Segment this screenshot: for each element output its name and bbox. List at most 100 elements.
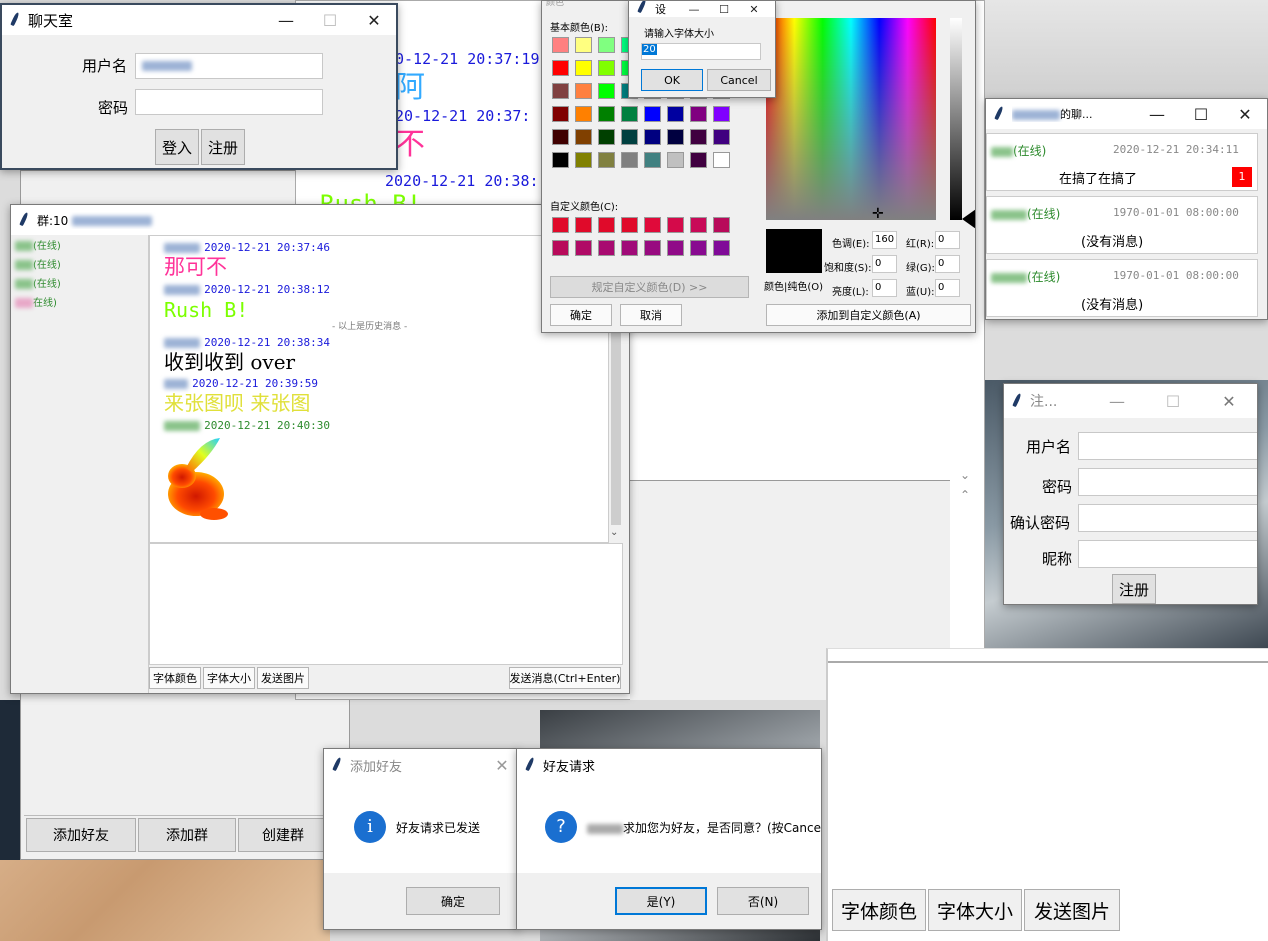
member-item[interactable]: (在线) xyxy=(15,256,148,271)
blue-field[interactable]: 0 xyxy=(935,279,960,297)
maximize-icon[interactable]: ☐ xyxy=(308,11,352,30)
color-swatch[interactable] xyxy=(644,106,661,122)
register-button[interactable]: 注册 xyxy=(201,129,245,165)
confirm-password-field[interactable] xyxy=(1078,504,1257,532)
close-icon[interactable]: ✕ xyxy=(1201,392,1257,411)
scroll-arrows[interactable]: ⌄ ⌃ xyxy=(955,465,975,505)
minimize-icon[interactable]: — xyxy=(264,11,308,30)
color-swatch[interactable] xyxy=(552,217,569,233)
color-swatch[interactable] xyxy=(690,129,707,145)
request-titlebar[interactable]: 好友请求 xyxy=(517,749,821,781)
ok-button[interactable]: 确定 xyxy=(550,304,612,326)
color-swatch[interactable] xyxy=(621,129,638,145)
group-titlebar[interactable]: 群:10 — xyxy=(11,205,629,235)
color-swatch[interactable] xyxy=(575,129,592,145)
zoom-send-image-button[interactable]: 发送图片 xyxy=(1024,889,1120,931)
color-swatch[interactable] xyxy=(690,217,707,233)
font-color-button[interactable]: 字体颜色 xyxy=(149,667,201,689)
color-swatch[interactable] xyxy=(552,106,569,122)
color-swatch[interactable] xyxy=(690,152,707,168)
color-swatch[interactable] xyxy=(644,217,661,233)
color-swatch[interactable] xyxy=(552,37,569,53)
friend-item[interactable]: (在线) 2020-12-21 20:34:11 在搞了在搞了 1 xyxy=(986,133,1258,191)
hue-field[interactable]: 160 xyxy=(872,231,897,249)
color-swatch[interactable] xyxy=(713,106,730,122)
color-swatch[interactable] xyxy=(552,129,569,145)
input-area[interactable] xyxy=(149,543,623,665)
ok-button[interactable]: 确定 xyxy=(406,887,500,915)
zoom-font-color-button[interactable]: 字体颜色 xyxy=(832,889,926,931)
color-swatch[interactable] xyxy=(575,83,592,99)
color-swatch[interactable] xyxy=(713,240,730,256)
color-swatch[interactable] xyxy=(575,152,592,168)
green-field[interactable]: 0 xyxy=(935,255,960,273)
color-swatch[interactable] xyxy=(621,152,638,168)
close-icon[interactable]: ✕ xyxy=(739,3,769,16)
color-swatch[interactable] xyxy=(644,240,661,256)
friends-titlebar[interactable]: 的聊... — ☐ ✕ xyxy=(986,99,1267,129)
color-swatch[interactable] xyxy=(598,37,615,53)
color-swatch[interactable] xyxy=(598,240,615,256)
maximize-icon[interactable]: ☐ xyxy=(1145,392,1201,411)
color-swatch[interactable] xyxy=(713,217,730,233)
color-swatch[interactable] xyxy=(552,240,569,256)
send-message-button[interactable]: 发送消息(Ctrl+Enter) xyxy=(509,667,621,689)
size-ok-button[interactable]: OK xyxy=(641,69,703,91)
color-swatch[interactable] xyxy=(621,217,638,233)
color-swatch[interactable] xyxy=(667,129,684,145)
login-titlebar[interactable]: 聊天室 — ☐ ✕ xyxy=(2,5,396,35)
register-titlebar[interactable]: 注... — ☐ ✕ xyxy=(1004,384,1257,418)
size-cancel-button[interactable]: Cancel xyxy=(707,69,771,91)
color-swatch[interactable] xyxy=(667,217,684,233)
color-swatch[interactable] xyxy=(690,106,707,122)
color-swatch[interactable] xyxy=(667,152,684,168)
nickname-field[interactable] xyxy=(1078,540,1257,568)
create-group-button[interactable]: 创建群 xyxy=(238,818,328,852)
minimize-icon[interactable]: — xyxy=(679,3,709,16)
add-custom-color-button[interactable]: 添加到自定义颜色(A) xyxy=(766,304,971,326)
zoom-input-area[interactable] xyxy=(828,661,1268,889)
member-item[interactable]: (在线) xyxy=(15,275,148,290)
close-icon[interactable]: ✕ xyxy=(1223,105,1267,124)
cancel-button[interactable]: 取消 xyxy=(620,304,682,326)
color-swatch[interactable] xyxy=(598,106,615,122)
color-swatch[interactable] xyxy=(621,106,638,122)
friend-item[interactable]: (在线) 1970-01-01 08:00:00 (没有消息) xyxy=(986,196,1258,254)
color-swatch[interactable] xyxy=(552,60,569,76)
minimize-icon[interactable]: — xyxy=(1089,392,1145,411)
color-swatch[interactable] xyxy=(713,129,730,145)
color-swatch[interactable] xyxy=(575,106,592,122)
bunny-image[interactable] xyxy=(164,436,234,522)
yes-button[interactable]: 是(Y) xyxy=(615,887,707,915)
add-friend-titlebar[interactable]: 添加好友 ✕ xyxy=(324,749,518,781)
color-swatch[interactable] xyxy=(598,152,615,168)
color-swatch[interactable] xyxy=(575,37,592,53)
member-item[interactable]: 在线) xyxy=(15,294,148,309)
color-swatch[interactable] xyxy=(598,60,615,76)
color-swatch[interactable] xyxy=(575,60,592,76)
size-titlebar[interactable]: 设 — ☐ ✕ xyxy=(629,1,775,17)
slider-arrow-icon[interactable] xyxy=(962,209,975,229)
no-button[interactable]: 否(N) xyxy=(717,887,809,915)
color-swatch[interactable] xyxy=(644,152,661,168)
lum-field[interactable]: 0 xyxy=(872,279,897,297)
color-swatch[interactable] xyxy=(598,217,615,233)
color-swatch[interactable] xyxy=(598,83,615,99)
size-input[interactable]: 20 xyxy=(641,43,761,60)
add-group-button[interactable]: 添加群 xyxy=(138,818,236,852)
close-icon[interactable]: ✕ xyxy=(352,11,396,30)
color-swatch[interactable] xyxy=(575,240,592,256)
define-custom-button[interactable]: 规定自定义颜色(D) >> xyxy=(550,276,749,298)
color-swatch[interactable] xyxy=(598,129,615,145)
username-field[interactable] xyxy=(135,53,323,79)
color-swatch[interactable] xyxy=(644,129,661,145)
friend-item[interactable]: (在线) 1970-01-01 08:00:00 (没有消息) xyxy=(986,259,1258,317)
spectrum-picker[interactable] xyxy=(766,18,936,220)
color-swatch[interactable] xyxy=(667,106,684,122)
color-swatch[interactable] xyxy=(575,217,592,233)
color-swatch[interactable] xyxy=(552,152,569,168)
password-field[interactable] xyxy=(135,89,323,115)
color-swatch[interactable] xyxy=(621,240,638,256)
red-field[interactable]: 0 xyxy=(935,231,960,249)
member-item[interactable]: (在线) xyxy=(15,237,148,252)
